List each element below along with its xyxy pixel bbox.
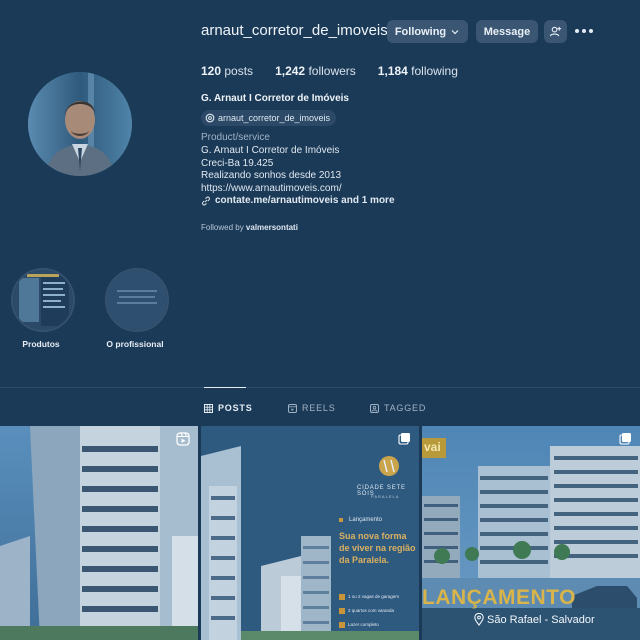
followed-by-prefix: Followed by (201, 223, 244, 232)
following-button[interactable]: Following (387, 20, 468, 43)
grid-icon (204, 403, 213, 413)
bio-line: Creci-Ba 19.425 (201, 157, 274, 169)
threads-handle: arnaut_corretor_de_imoveis (218, 113, 331, 123)
highlight-label: O profissional (106, 339, 164, 349)
tab-tagged[interactable]: TAGGED (370, 403, 426, 413)
profile-links[interactable]: contate.me/arnautimoveis and 1 more (201, 195, 395, 206)
active-tab-indicator (204, 387, 246, 388)
post-thumbnail[interactable]: CIDADE SETE SÓIS PARALELA Lançamento Sua… (201, 426, 419, 640)
following-label: Following (394, 25, 447, 38)
profile-photo (28, 72, 132, 176)
location-text: São Rafael - Salvador (487, 613, 595, 626)
avatar[interactable] (28, 72, 132, 176)
suggested-users-button[interactable] (544, 20, 567, 43)
threads-icon (205, 113, 215, 123)
reel-icon (176, 432, 190, 446)
followed-by-user: valmersontati (245, 223, 298, 232)
feature-item: 1 ou 2 vagas de garagem (348, 594, 400, 599)
followers-label: followers (308, 64, 356, 78)
post-thumbnail[interactable] (0, 426, 198, 640)
add-user-icon (549, 26, 562, 37)
post-image (0, 426, 198, 640)
posts-stat: 120 posts (201, 64, 253, 78)
threads-badge[interactable]: arnaut_corretor_de_imoveis (201, 110, 337, 126)
tab-reels[interactable]: REELS (288, 403, 336, 413)
post-headline: Sua nova forma de viver na região da Par… (339, 531, 416, 565)
following-stat-label: following (411, 64, 458, 78)
tagged-icon (370, 403, 379, 413)
message-button[interactable]: Message (476, 20, 538, 43)
profile-category: Product/service (201, 132, 270, 143)
link-icon (202, 196, 210, 205)
feature-item: 2 quartos com varanda (348, 608, 395, 613)
tabs-divider (0, 387, 640, 388)
brand-subtitle: PARALELA (371, 494, 400, 499)
highlight-produtos[interactable] (11, 268, 75, 332)
following-stat[interactable]: 1,184 following (378, 64, 458, 78)
highlight-label: Produtos (22, 339, 60, 349)
location-pin-icon (474, 613, 484, 626)
post-banner: LANÇAMENTO (422, 586, 576, 609)
tab-label: POSTS (218, 403, 253, 413)
bio-website[interactable]: https://www.arnautimoveis.com/ (201, 183, 342, 196)
highlight-cover (13, 270, 73, 330)
tab-posts[interactable]: POSTS (204, 403, 253, 413)
carousel-icon (619, 433, 631, 445)
tab-label: REELS (302, 403, 336, 413)
profile-username: arnaut_corretor_de_imoveis (201, 22, 388, 39)
posts-count: 120 (201, 64, 222, 78)
carousel-icon (398, 433, 410, 445)
posts-label: posts (224, 64, 254, 78)
post-location: São Rafael - Salvador (474, 613, 595, 626)
followers-count: 1,242 (275, 64, 306, 78)
followers-stat[interactable]: 1,242 followers (275, 64, 356, 78)
post-tag: Lançamento (349, 517, 383, 523)
chevron-down-icon (451, 29, 459, 34)
following-count: 1,184 (377, 64, 408, 78)
bio-line: Realizando sonhos desde 2013 (201, 170, 342, 182)
links-text: contate.me/arnautimoveis and 1 more (215, 195, 395, 206)
followed-by[interactable]: Followed by valmersontati (201, 223, 298, 232)
post-thumbnail[interactable]: vai LANÇAMENTO São Rafael - Salvador (422, 426, 640, 640)
message-label: Message (483, 25, 531, 38)
more-options-icon[interactable] (575, 24, 595, 38)
profile-stats: 120 posts 1,242 followers 1,184 followin… (201, 64, 480, 78)
tab-label: TAGGED (384, 403, 427, 413)
corner-text: vai (424, 440, 441, 454)
profile-bio: G. Arnaut I Corretor de Imóveis Creci-Ba… (201, 145, 342, 195)
highlight-cover (107, 270, 167, 330)
profile-full-name: G. Arnaut I Corretor de Imóveis (201, 93, 349, 104)
feature-item: Lazer completo (348, 622, 379, 627)
bio-line: G. Arnaut I Corretor de Imóveis (201, 145, 340, 156)
reels-icon (288, 403, 297, 413)
highlight-profissional[interactable] (105, 268, 169, 332)
